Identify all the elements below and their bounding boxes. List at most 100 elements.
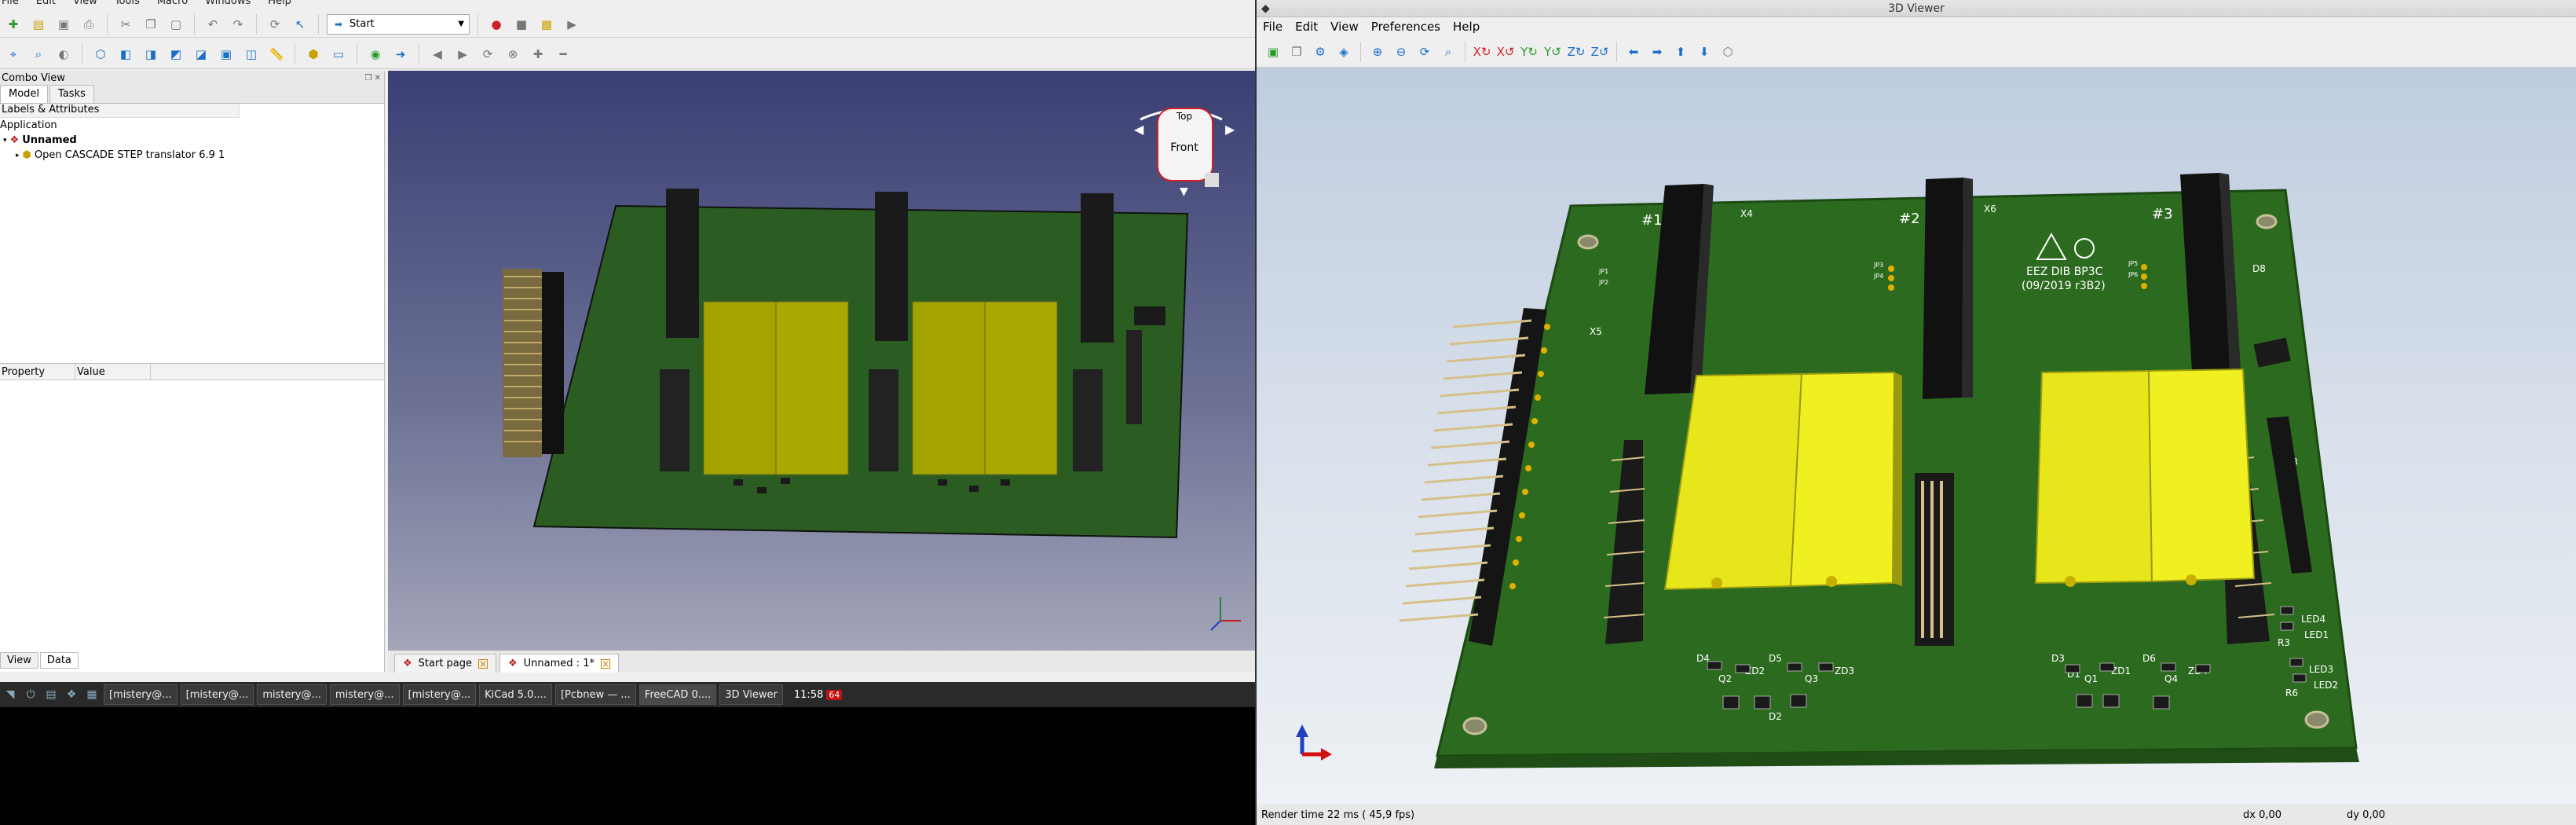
task-kicad[interactable]: KiCad 5.0.... — [479, 684, 552, 705]
move-down-icon[interactable]: ⬇ — [1694, 42, 1714, 62]
rotate-y-ccw-icon[interactable]: Y↺ — [1542, 42, 1563, 62]
menu-file[interactable]: File — [2, 0, 19, 8]
menu-view[interactable]: View — [73, 0, 97, 8]
web-next-icon[interactable]: ▶ — [452, 44, 473, 64]
shutdown-icon[interactable]: ⏻ — [22, 686, 39, 703]
reload-board-icon[interactable]: ▣ — [1263, 42, 1283, 62]
move-right-icon[interactable]: ➡ — [1647, 42, 1667, 62]
cut-icon[interactable]: ✂ — [115, 14, 136, 35]
open-file-icon[interactable]: ▤ — [28, 14, 49, 35]
zoom-out-icon[interactable]: ━ — [553, 44, 573, 64]
fit-all-icon[interactable]: ⌖ — [3, 44, 24, 64]
launcher-icon[interactable]: ◥ — [2, 686, 19, 703]
menu-tools[interactable]: Tools — [115, 0, 140, 8]
undo-icon[interactable]: ↶ — [203, 14, 223, 35]
move-left-icon[interactable]: ⬅ — [1623, 42, 1644, 62]
tab-tasks[interactable]: Tasks — [49, 85, 94, 103]
task-freecad[interactable]: FreeCAD 0.... — [639, 684, 717, 705]
expand-arrow-icon[interactable]: ▾ — [3, 137, 7, 145]
zoom-in-icon[interactable]: ✚ — [528, 44, 548, 64]
tab-view[interactable]: View — [0, 652, 38, 669]
menu-preferences[interactable]: Preferences — [1371, 20, 1440, 34]
task-terminal-1[interactable]: [mistery@... — [104, 684, 177, 705]
menu-help[interactable]: Help — [268, 0, 291, 8]
create-group-icon[interactable]: ▭ — [328, 44, 349, 64]
task-terminal-5[interactable]: [mistery@... — [402, 684, 477, 705]
zoom-fit-icon[interactable]: ⌕ — [1438, 42, 1458, 62]
new-file-icon[interactable]: ✚ — [3, 14, 24, 35]
fit-selection-icon[interactable]: ⌕ — [28, 44, 49, 64]
measure-icon[interactable]: 📏 — [266, 44, 287, 64]
tab-model[interactable]: Model — [0, 85, 49, 103]
refresh-icon[interactable]: ⟳ — [265, 14, 285, 35]
view-top-icon[interactable]: ◨ — [141, 44, 161, 64]
macro-record-icon[interactable]: ● — [486, 14, 507, 35]
workbench-selector[interactable]: ➡ Start ▼ — [327, 13, 470, 35]
menu-macro[interactable]: Macro — [157, 0, 188, 8]
tree-item[interactable]: ▸ ⬢ Open CASCADE STEP translator 6.9 1 — [0, 148, 384, 163]
rotate-x-cw-icon[interactable]: X↻ — [1472, 42, 1492, 62]
view-front-icon[interactable]: ◧ — [115, 44, 136, 64]
print-icon[interactable]: ⎙ — [79, 14, 99, 35]
task-terminal-3[interactable]: mistery@... — [257, 684, 327, 705]
web-home-icon[interactable]: ◉ — [365, 44, 386, 64]
menu-help[interactable]: Help — [1453, 20, 1480, 34]
collapse-arrow-icon[interactable]: ▸ — [16, 152, 20, 160]
panel-float-close-icons[interactable]: ❐ ✕ — [364, 74, 384, 82]
web-refresh-icon[interactable]: ⟳ — [478, 44, 498, 64]
paste-icon[interactable]: ▢ — [166, 14, 186, 35]
view-bottom-icon[interactable]: ▣ — [216, 44, 236, 64]
copy-icon[interactable]: ❐ — [141, 14, 161, 35]
macro-edit-icon[interactable]: ▦ — [536, 14, 557, 35]
redraw-icon[interactable]: ⟳ — [1414, 42, 1435, 62]
close-icon[interactable]: × — [600, 658, 610, 669]
save-icon[interactable]: ▣ — [53, 14, 74, 35]
web-stop-icon[interactable]: ⊗ — [503, 44, 523, 64]
menu-edit[interactable]: Edit — [1295, 20, 1318, 34]
copy-image-icon[interactable]: ❐ — [1286, 42, 1307, 62]
tab-data[interactable]: Data — [39, 652, 79, 669]
task-pcbnew[interactable]: [Pcbnew — ... — [554, 684, 636, 705]
freecad-3d-viewport[interactable]: Top Front ◀ ▶ ▼ — [388, 71, 1255, 651]
menu-windows[interactable]: Windows — [205, 0, 251, 8]
move-up-icon[interactable]: ⬆ — [1670, 42, 1691, 62]
redo-icon[interactable]: ↷ — [228, 14, 248, 35]
zoom-in-icon[interactable]: ⊕ — [1367, 42, 1388, 62]
draw-style-icon[interactable]: ◐ — [53, 44, 74, 64]
view-right-icon[interactable]: ◩ — [166, 44, 186, 64]
close-icon[interactable]: × — [478, 658, 488, 669]
view-isometric-icon[interactable]: ⬡ — [90, 44, 111, 64]
view-rear-icon[interactable]: ◪ — [191, 44, 211, 64]
viewer-3d-canvas[interactable]: #1 #2 #3 X4 X6 X5 X3 EEZ DIB BP3C (09/20… — [1257, 68, 2576, 805]
zoom-out-icon[interactable]: ⊖ — [1391, 42, 1411, 62]
raytrace-icon[interactable]: ◈ — [1334, 42, 1354, 62]
view-left-icon[interactable]: ◫ — [241, 44, 262, 64]
rotate-x-ccw-icon[interactable]: X↺ — [1495, 42, 1516, 62]
orthographic-icon[interactable]: ⬡ — [1718, 42, 1738, 62]
web-forward-icon[interactable]: ➜ — [390, 44, 411, 64]
tree-header[interactable]: Labels & Attributes — [0, 104, 240, 118]
create-part-icon[interactable]: ⬢ — [303, 44, 324, 64]
rotate-z-cw-icon[interactable]: Z↻ — [1566, 42, 1586, 62]
menu-file[interactable]: File — [1263, 20, 1283, 34]
rotate-z-ccw-icon[interactable]: Z↺ — [1590, 42, 1610, 62]
menu-view[interactable]: View — [1330, 20, 1359, 34]
web-back-icon[interactable]: ◀ — [427, 44, 448, 64]
macro-run-icon[interactable]: ▶ — [562, 14, 582, 35]
rotate-y-cw-icon[interactable]: Y↻ — [1519, 42, 1539, 62]
settings-icon[interactable]: ⚙ — [1310, 42, 1330, 62]
tab-unnamed[interactable]: ❖ Unnamed : 1* × — [499, 654, 619, 673]
whats-this-icon[interactable]: ↖ — [290, 14, 310, 35]
macro-stop-icon[interactable]: ■ — [511, 14, 532, 35]
property-editor[interactable] — [0, 380, 384, 624]
task-terminal-4[interactable]: mistery@... — [329, 684, 400, 705]
menu-edit[interactable]: Edit — [36, 0, 56, 8]
kicad-launch-icon[interactable]: ▦ — [83, 686, 101, 703]
navigation-cube[interactable]: Top Front ◀ ▶ ▼ — [1134, 108, 1235, 198]
tab-start-page[interactable]: ❖ Start page × — [394, 654, 497, 673]
task-3d-viewer[interactable]: 3D Viewer — [719, 684, 783, 705]
tree-document[interactable]: ▾ ❖ Unnamed — [0, 133, 384, 148]
task-terminal-2[interactable]: [mistery@... — [180, 684, 254, 705]
freecad-launch-icon[interactable]: ❖ — [63, 686, 80, 703]
file-manager-icon[interactable]: ▤ — [42, 686, 60, 703]
